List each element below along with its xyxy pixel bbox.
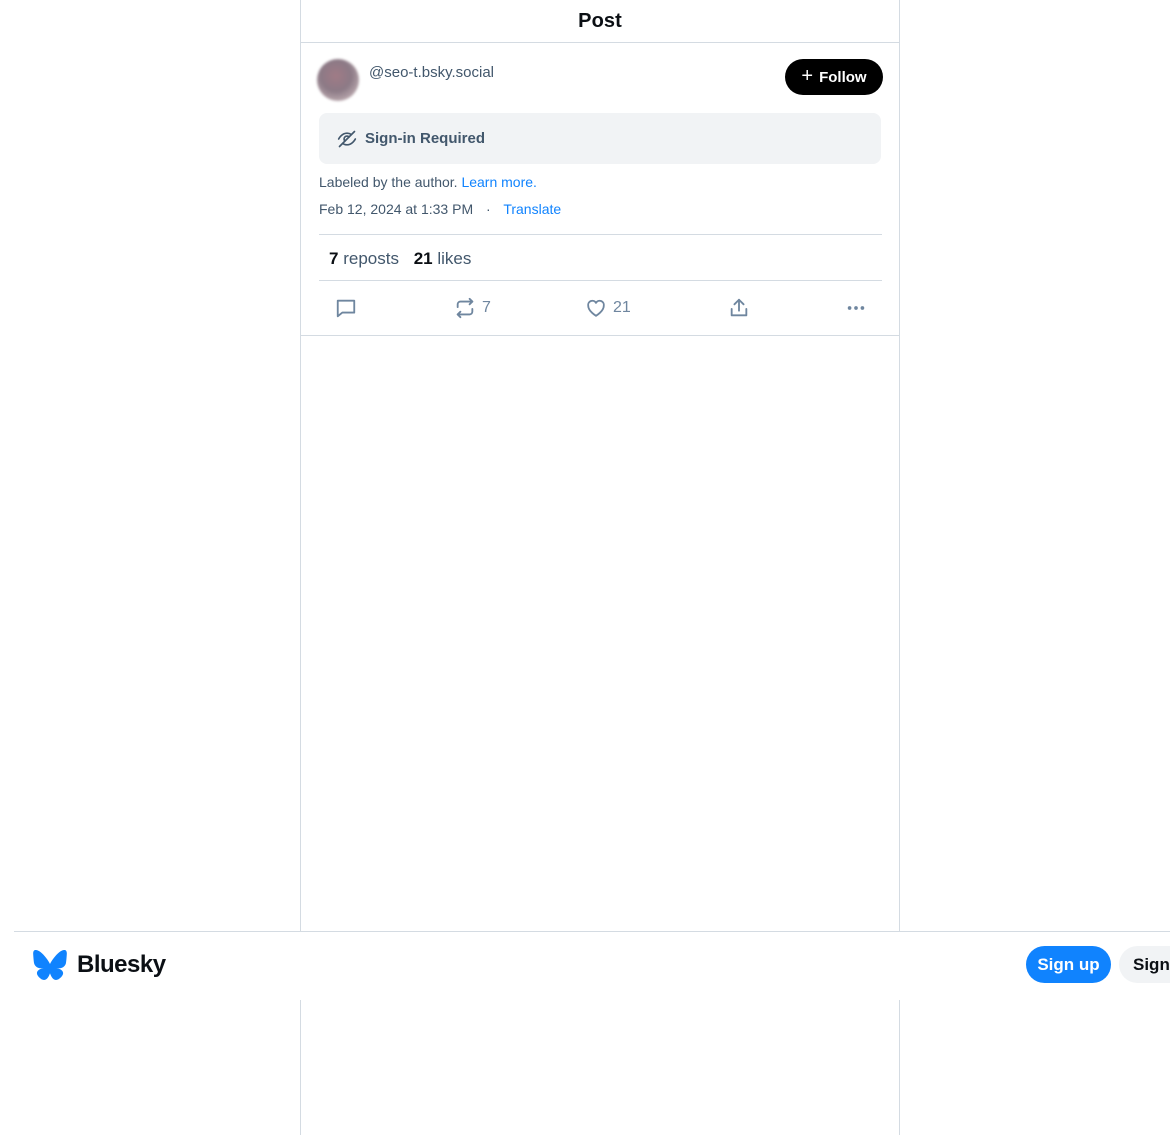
learn-more-link[interactable]: Learn more.	[461, 174, 536, 190]
like-count: 21	[613, 299, 631, 316]
divider	[319, 280, 882, 281]
meta-separator: ·	[486, 201, 491, 217]
reply-icon	[336, 299, 356, 318]
reposts-label: reposts	[343, 249, 399, 268]
sign-up-button[interactable]: Sign up	[1026, 946, 1111, 983]
sign-in-required-text: Sign-in Required	[365, 130, 485, 147]
divider	[319, 234, 882, 235]
page-header: Post	[301, 0, 899, 43]
reposts-number: 7	[329, 249, 339, 268]
more-icon	[847, 306, 865, 310]
heart-icon	[587, 299, 605, 317]
likes-count[interactable]: 21 likes	[414, 249, 472, 268]
page-title: Post	[578, 9, 622, 32]
likes-label: likes	[437, 249, 472, 268]
bottom-signup-bar: Bluesky Sign up Sign in	[14, 931, 1170, 1000]
avatar[interactable]	[317, 59, 359, 101]
post-card: @seo-t.bsky.social + Follow Sign-in Requ…	[301, 43, 899, 336]
repost-button[interactable]: 7	[454, 296, 491, 320]
engagement-counts: 7 reposts 21 likes	[329, 249, 471, 269]
author-handle[interactable]: @seo-t.bsky.social	[369, 64, 494, 81]
repost-count: 7	[482, 299, 491, 316]
likes-number: 21	[413, 249, 433, 268]
follow-button[interactable]: + Follow	[785, 59, 883, 95]
share-button[interactable]	[728, 296, 750, 320]
post-date: Feb 12, 2024 at 1:33 PM	[319, 201, 474, 217]
follow-label: Follow	[819, 68, 867, 86]
reply-button[interactable]	[335, 296, 357, 320]
translate-link[interactable]: Translate	[503, 201, 561, 217]
plus-icon: +	[801, 64, 814, 87]
repost-icon	[456, 297, 474, 319]
share-icon	[730, 298, 748, 317]
more-options-button[interactable]	[845, 296, 867, 320]
like-button[interactable]: 21	[585, 296, 631, 320]
eye-slash-icon	[337, 130, 357, 147]
brand-name: Bluesky	[77, 951, 166, 978]
reposts-count[interactable]: 7 reposts	[329, 249, 399, 268]
brand[interactable]: Bluesky	[33, 950, 166, 980]
labeled-text: Labeled by the author.	[319, 174, 458, 190]
sign-in-required-notice[interactable]: Sign-in Required	[319, 113, 881, 164]
post-meta: Feb 12, 2024 at 1:33 PM · Translate	[319, 201, 561, 217]
butterfly-logo-icon	[33, 950, 67, 980]
sign-in-button[interactable]: Sign in	[1119, 946, 1170, 983]
label-notice: Labeled by the author. Learn more.	[319, 174, 537, 190]
